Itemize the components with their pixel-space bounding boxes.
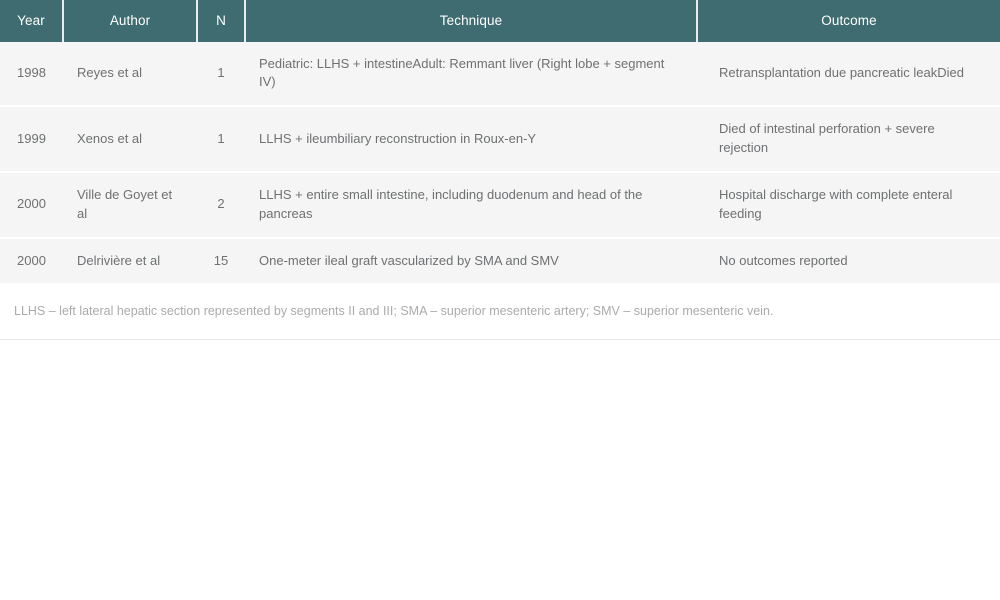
cell-technique: LLHS + ileumbiliary reconstruction in Ro…: [259, 130, 537, 146]
cell-technique: Pediatric: LLHS + intestineAdult: Remman…: [259, 55, 665, 90]
table-footnote-row: LLHS – left lateral hepatic section repr…: [0, 284, 1000, 340]
cell-outcome: Hospital discharge with complete enteral…: [719, 186, 953, 221]
table-row: 2000 Delrivière et al 15 One-meter ileal…: [0, 237, 1000, 285]
cell-outcome: Retransplantation due pancreatic leakDie…: [719, 64, 964, 80]
column-header-n[interactable]: N: [197, 0, 246, 42]
column-header-year[interactable]: Year: [0, 0, 64, 42]
cell-author: Xenos et al: [77, 130, 143, 146]
table-container: Year Author N Technique Outcome 1998 Rey…: [0, 0, 1000, 340]
cell-outcome: Died of intestinal perforation + severe …: [719, 121, 935, 156]
table-footnote: LLHS – left lateral hepatic section repr…: [0, 284, 1000, 340]
table-header: Year Author N Technique Outcome: [0, 0, 1000, 42]
cell-year: 1999: [17, 130, 46, 146]
cell-author: Reyes et al: [77, 64, 143, 80]
cell-year: 2000: [17, 252, 46, 268]
table-row: 1999 Xenos et al 1 LLHS + ileumbiliary r…: [0, 106, 1000, 172]
studies-table: Year Author N Technique Outcome 1998 Rey…: [0, 0, 1000, 340]
cell-n: 1: [217, 130, 225, 146]
cell-technique: LLHS + entire small intestine, including…: [259, 186, 643, 221]
cell-n: 1: [217, 64, 225, 80]
cell-author: Delrivière et al: [77, 252, 161, 268]
cell-year: 2000: [17, 196, 46, 212]
cell-year: 1998: [17, 64, 46, 80]
table-header-row: Year Author N Technique Outcome: [0, 0, 1000, 42]
cell-outcome: No outcomes reported: [719, 252, 848, 268]
column-header-technique[interactable]: Technique: [245, 0, 698, 42]
table-footer: LLHS – left lateral hepatic section repr…: [0, 284, 1000, 340]
cell-n: 2: [217, 196, 225, 212]
table-row: 2000 Ville de Goyet et al 2 LLHS + entir…: [0, 171, 1000, 238]
table-body: 1998 Reyes et al 1 Pediatric: LLHS + int…: [0, 41, 1000, 285]
cell-technique: One-meter ileal graft vascularized by SM…: [259, 252, 559, 268]
table-row: 1998 Reyes et al 1 Pediatric: LLHS + int…: [0, 41, 1000, 107]
column-header-outcome[interactable]: Outcome: [697, 0, 1000, 42]
cell-n: 15: [213, 252, 229, 268]
cell-author: Ville de Goyet et al: [77, 186, 173, 221]
column-header-author[interactable]: Author: [63, 0, 198, 42]
